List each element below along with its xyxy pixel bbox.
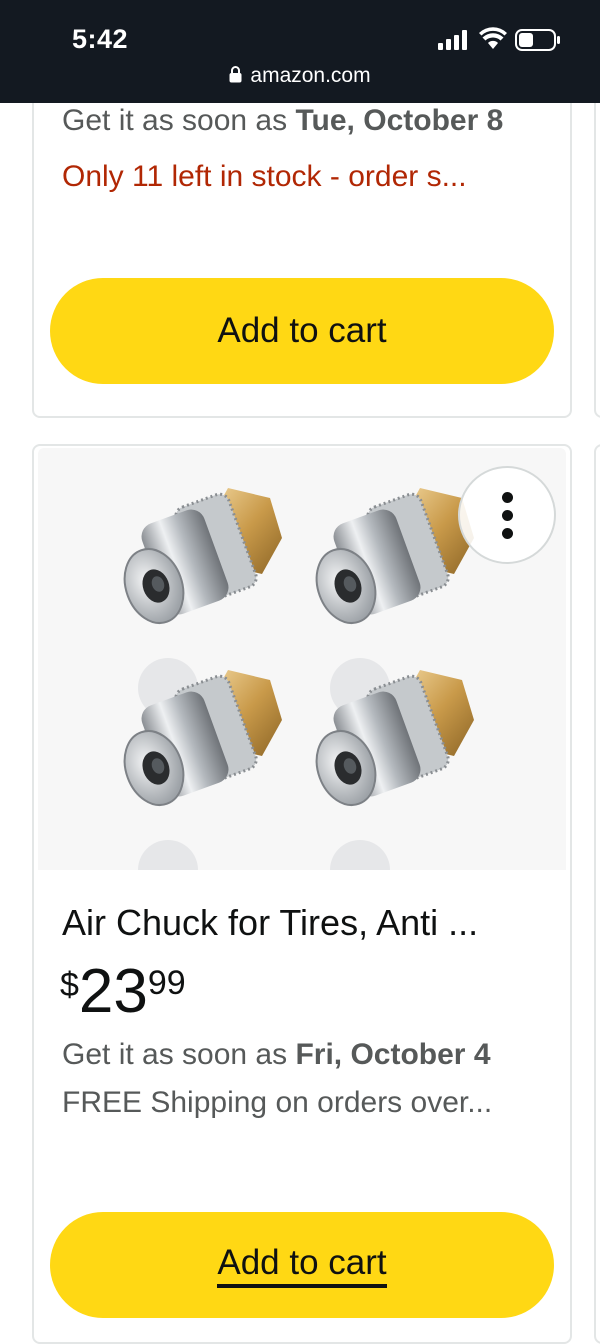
- clock: 5:42: [72, 24, 129, 54]
- battery-icon: [515, 29, 560, 51]
- stock-warning: Only 11 left in stock - order s...: [62, 160, 467, 193]
- add-to-cart-button[interactable]: Add to cart: [50, 1212, 554, 1318]
- product-card-previous[interactable]: Get it as soon as Tue, October 8 Only 11…: [32, 60, 572, 418]
- price-whole: 23: [78, 957, 148, 1026]
- lock-icon: [229, 66, 242, 83]
- status-bar: 5:42 amazon.com: [0, 0, 600, 103]
- product-image[interactable]: [38, 448, 566, 870]
- wifi-icon: [479, 27, 507, 49]
- product-card[interactable]: Air Chuck for Tires, Anti ... $2399 Get …: [32, 444, 572, 1344]
- product-price: $2399: [60, 956, 186, 1027]
- add-to-cart-button[interactable]: Add to cart: [50, 278, 554, 384]
- shipping-info: FREE Shipping on orders over...: [62, 1086, 493, 1119]
- adjacent-card-edge[interactable]: [594, 60, 600, 418]
- more-options-button[interactable]: [458, 466, 556, 564]
- url-text: amazon.com: [250, 64, 371, 87]
- cellular-signal-icon: [438, 30, 467, 50]
- delivery-estimate: Get it as soon as Fri, October 4: [62, 1038, 491, 1071]
- adjacent-card-edge[interactable]: [594, 444, 600, 1344]
- price-fraction: 99: [147, 964, 186, 1002]
- address-bar[interactable]: amazon.com: [0, 64, 600, 88]
- vertical-ellipsis-icon: [501, 491, 513, 503]
- product-title[interactable]: Air Chuck for Tires, Anti ...: [62, 902, 478, 944]
- price-currency: $: [60, 966, 79, 1004]
- delivery-estimate: Get it as soon as Tue, October 8: [62, 104, 504, 137]
